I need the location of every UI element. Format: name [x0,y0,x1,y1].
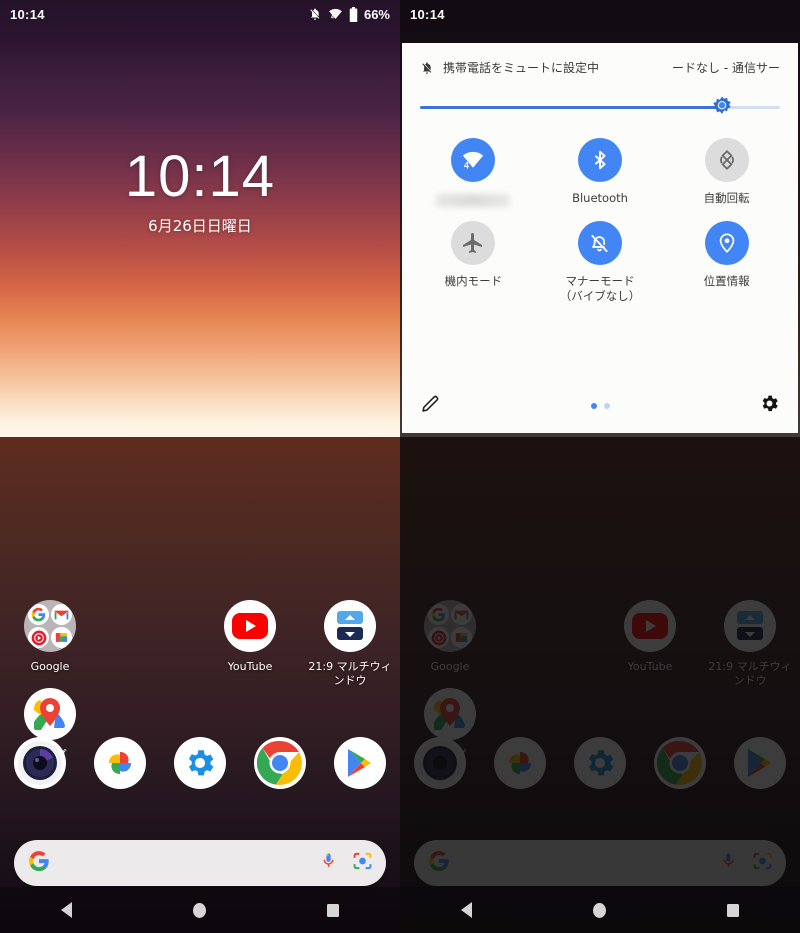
mute-status-label: 携帯電話をミュートに設定中 [443,61,600,75]
tile-auto-rotate[interactable]: 自動回転 [663,128,790,207]
clock-time: 10:14 [124,144,276,209]
brightness-fill [420,106,723,109]
page-dot-1[interactable] [590,403,597,409]
app-icon-google-folder[interactable]: Google [0,600,100,688]
mute-bell-icon [422,61,432,74]
tile-label: 機内モード [444,274,503,288]
tile-location[interactable]: 位置情報 [663,211,790,304]
battery-icon [349,6,358,22]
tile-label: Bluetooth [572,191,628,205]
quick-settings-footer [402,393,798,433]
app-label: Google [30,660,70,673]
quick-settings-header: 携帯電話をミュートに設定中 ードなし - 通信サー [402,43,798,76]
airplane-icon [451,221,496,265]
tile-label: 自動回転 [703,191,750,205]
tile-row-1: 4 Bluetooth 自動回転 [410,128,790,207]
app-icon-youtube[interactable]: YouTube [200,600,300,688]
back-icon[interactable] [60,902,72,918]
gear-icon[interactable] [759,393,780,419]
status-bar-icons: 4 66% [308,6,390,22]
google-search-bar[interactable] [14,840,386,886]
search-actions [320,851,372,875]
app-icon-settings[interactable] [174,737,226,789]
app-icon-multiwindow[interactable]: 21:9 マルチウィンドウ [300,600,400,688]
app-slot-empty [100,600,200,688]
microphone-icon[interactable] [320,851,337,875]
pencil-edit-icon[interactable] [420,393,441,419]
page-dots [590,403,610,409]
mute-bell-icon [310,8,320,20]
status-bar-time: 10:14 [10,6,45,22]
youtube-icon [224,600,276,652]
clock-widget[interactable]: 10:14 6月26日日曜日 [0,148,400,236]
tile-label-redacted [436,194,511,207]
tile-wifi[interactable]: 4 [410,128,537,207]
mute-bell-icon [577,221,622,265]
auto-rotate-icon [704,138,749,182]
back-icon[interactable] [460,902,472,918]
wallpaper [0,0,400,933]
brightness-sun-icon[interactable] [710,95,734,124]
google-g-icon [28,604,49,625]
status-bar: 10:14 4 66% [0,0,400,28]
recents-icon[interactable] [327,903,340,917]
recents-icon[interactable] [727,903,740,917]
tile-airplane-mode[interactable]: 機内モード [410,211,537,304]
home-icon[interactable] [592,902,606,918]
tile-silent-mode[interactable]: マナーモード （バイブなし） [537,211,664,304]
navigation-bar [0,887,400,933]
dock [0,737,400,789]
screenshot-stage: 10:14 4 66% 10:14 6月26日日曜日 Google YouTub… [0,0,800,933]
left-panel-home-screen: 10:14 4 66% 10:14 6月26日日曜日 Google YouTub… [0,0,400,933]
app-icon-chrome[interactable] [254,737,306,789]
wifi-4-icon: 4 [329,8,342,21]
quick-settings-tiles: 4 Bluetooth 自動回転 機内モード マナーモード （バイブなし） 位置… [402,114,798,393]
brightness-slider[interactable] [420,96,780,114]
google-lens-icon[interactable] [353,852,372,875]
status-bar: 10:14 [400,0,800,28]
app-icon-camera[interactable] [14,737,66,789]
multiwindow-icon [324,600,376,652]
status-bar-time: 10:14 [410,6,445,22]
quick-settings-panel: 携帯電話をミュートに設定中 ードなし - 通信サー 4 Bluetooth 自動… [402,43,798,433]
clock-date: 6月26日日曜日 [148,217,252,235]
tile-label: マナーモード （バイブなし） [559,274,641,303]
right-panel-quick-settings: Google YouTube [400,0,800,933]
gmail-icon [51,604,72,625]
google-folder-icon [24,600,76,652]
tile-label: 位置情報 [703,274,750,288]
mute-status: 携帯電話をミュートに設定中 [420,59,599,76]
tile-row-2: 機内モード マナーモード （バイブなし） 位置情報 [410,211,790,304]
navigation-bar [400,887,800,933]
battery-percent: 66% [363,6,390,22]
youtube-music-icon [28,627,49,648]
location-pin-icon [704,221,749,265]
home-icon[interactable] [192,902,206,918]
bluetooth-icon [577,138,622,182]
tile-bluetooth[interactable]: Bluetooth [537,128,664,207]
google-g-icon [28,850,50,877]
google-maps-icon [24,687,76,740]
carrier-label: ードなし - 通信サー [672,61,780,75]
app-label: YouTube [227,660,273,673]
svg-text:4: 4 [331,15,334,21]
app-label: 21:9 マルチウィンドウ [308,660,392,687]
wifi-4-icon: 4 [451,138,496,182]
page-dot-2[interactable] [603,403,610,409]
app-icon-photos[interactable] [94,737,146,789]
google-keep-icon [51,627,72,648]
app-icon-play-store[interactable] [334,737,386,789]
